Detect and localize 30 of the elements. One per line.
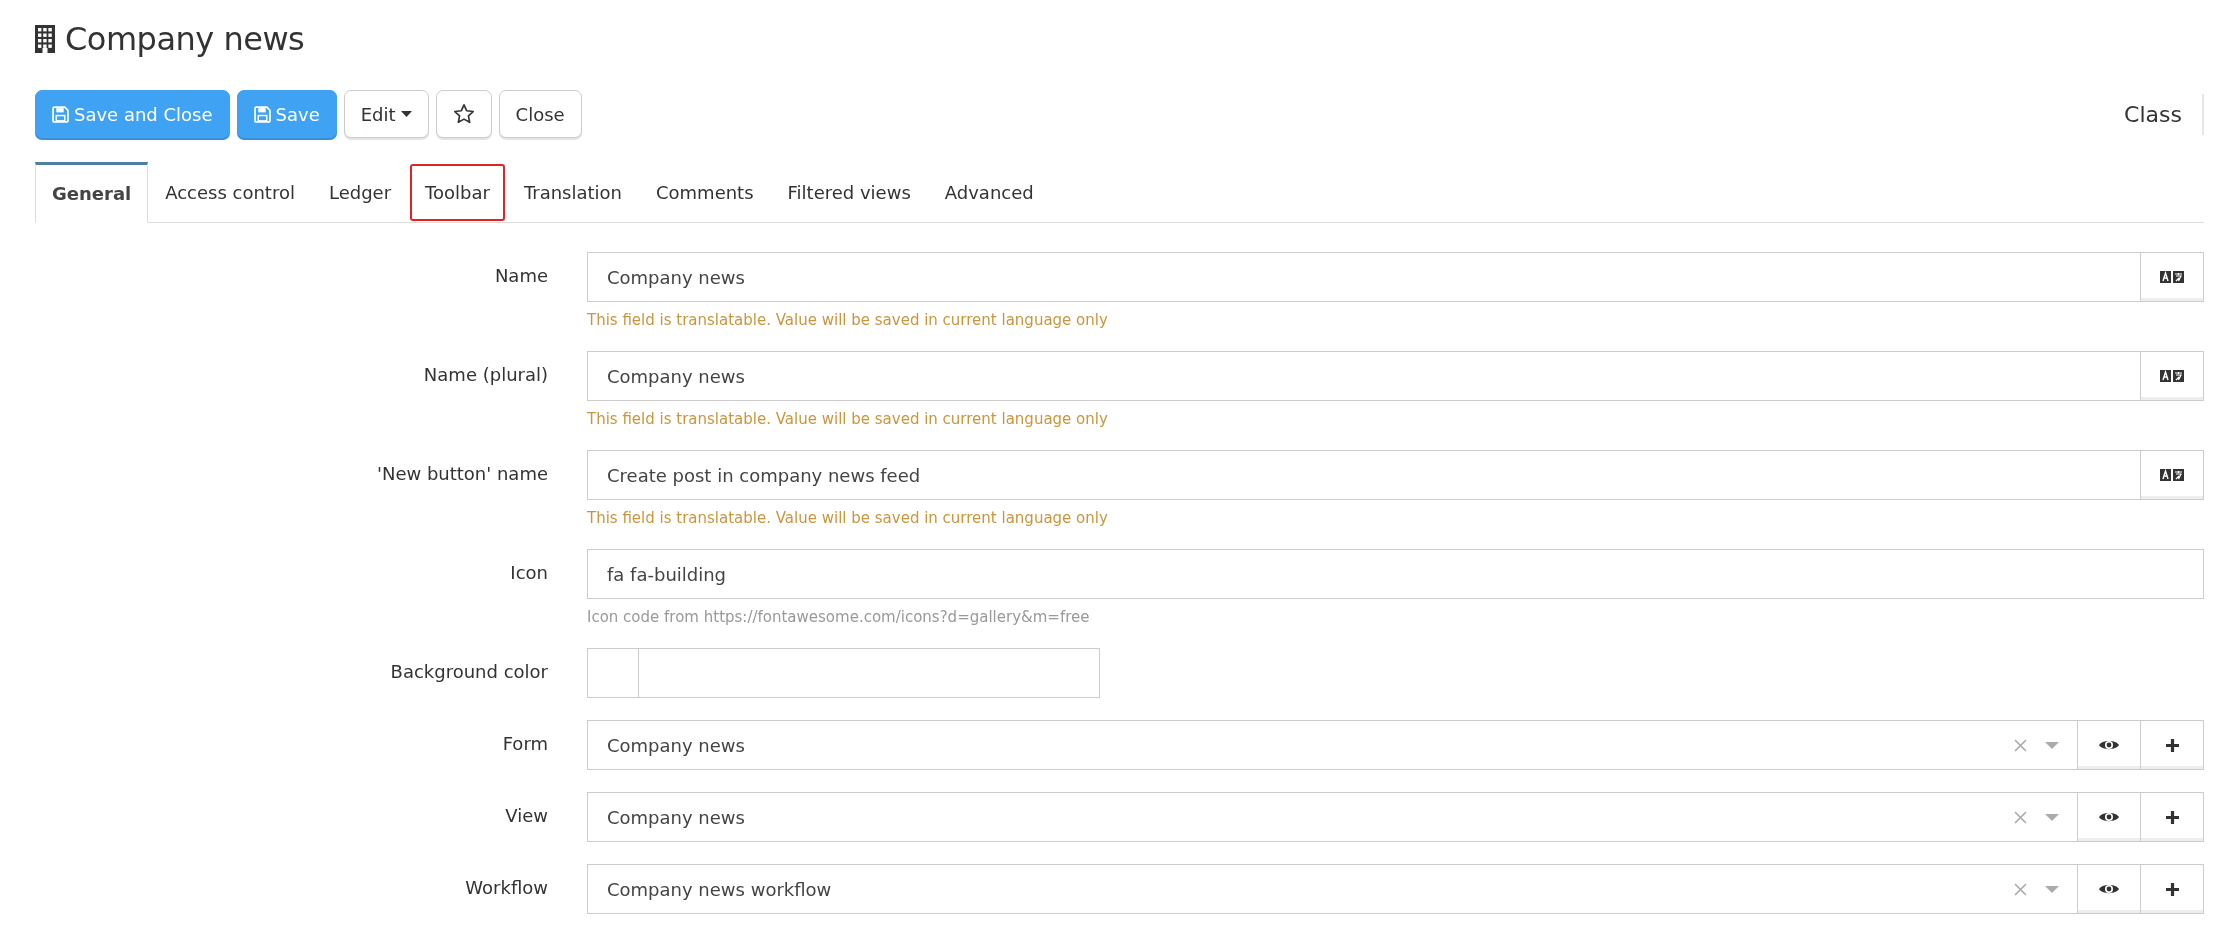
star-icon — [452, 103, 475, 125]
field-label: Name (plural) — [422, 363, 548, 387]
field-label: 'New button' name — [375, 462, 548, 486]
tab[interactable]: Translation — [506, 162, 639, 223]
building-icon — [35, 25, 55, 53]
favorite-button[interactable] — [435, 90, 492, 138]
tab[interactable]: Advanced — [927, 162, 1051, 223]
field-hint: This field is translatable. Value will be saved in current language only — [587, 410, 1109, 428]
tab[interactable]: Filtered views — [770, 162, 928, 223]
tab[interactable]: Toolbar — [408, 162, 507, 223]
field-label: Workflow — [464, 876, 548, 900]
field-hint: Icon code from https://fontawesome.com/icons?d=gallery&m=free — [587, 608, 1091, 626]
caret-icon — [400, 111, 412, 117]
field-label: Icon — [509, 561, 548, 585]
field-label: View — [504, 804, 548, 828]
color-picker-field[interactable] — [587, 648, 1100, 698]
class-label: Class — [2124, 93, 2204, 135]
tab[interactable]: Access control — [148, 162, 312, 223]
edit-dropdown-button[interactable]: Edit — [343, 90, 429, 138]
field-label: Form — [501, 732, 548, 756]
field-label: Background color — [389, 660, 548, 684]
field-label: Name — [493, 264, 548, 288]
page-title: Company news — [65, 20, 305, 58]
text-input-field[interactable]: fa fa-building — [588, 550, 2203, 598]
tab[interactable]: Ledger — [311, 162, 409, 223]
close-button[interactable]: Close — [498, 90, 582, 138]
field-hint: This field is translatable. Value will be saved in current language only — [587, 509, 1109, 527]
tab[interactable]: Comments — [639, 162, 771, 223]
field-hint: This field is translatable. Value will be saved in current language only — [587, 311, 1109, 329]
tab[interactable]: General — [35, 162, 149, 223]
